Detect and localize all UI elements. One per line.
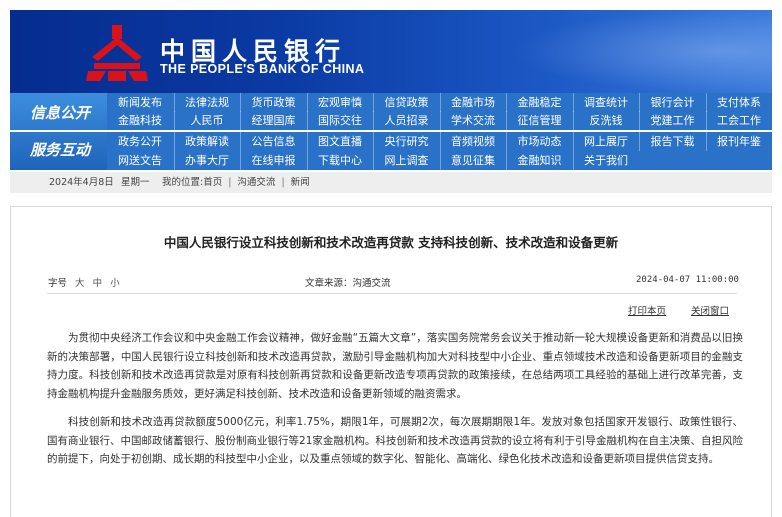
nav-item[interactable]: 意见征集 xyxy=(439,151,506,170)
article-panel: 中国人民银行设立科技创新和技术改造再贷款 支持科技创新、技术改造和设备更新 字号… xyxy=(10,206,772,517)
nav-item[interactable]: 政策解读 xyxy=(173,132,240,151)
article-meta: 字号 大 中 小 文章来源：沟通交流 2024-04-07 11:00:00 xyxy=(11,275,771,291)
nav-item[interactable]: 报告下载 xyxy=(639,132,705,151)
print-page-link[interactable]: 打印本页 xyxy=(628,303,666,317)
nav-item[interactable]: 公告信息 xyxy=(240,132,306,151)
article-paragraph: 为贯彻中央经济工作会议和中央金融工作会议精神，做好金融“五篇大文章”，落实国务院… xyxy=(47,332,743,400)
font-size-large-button[interactable]: 大 xyxy=(75,278,85,289)
nav-item[interactable]: 宏观审慎 xyxy=(306,93,373,112)
current-weekday: 星期一 xyxy=(121,177,150,188)
font-size-small-button[interactable]: 小 xyxy=(110,278,120,289)
nav-item[interactable]: 支付体系 xyxy=(705,93,772,112)
nav-item[interactable]: 人员招录 xyxy=(373,111,439,130)
publish-time: 2024-04-07 11:00:00 xyxy=(636,275,739,285)
breadcrumb: 我的位置:首页 | 沟通交流 | 新闻 xyxy=(162,172,310,193)
article-title: 中国人民银行设立科技创新和技术改造再贷款 支持科技创新、技术改造和设备更新 xyxy=(163,235,619,250)
meta-divider xyxy=(47,293,737,294)
nav-item[interactable]: 工会工作 xyxy=(705,111,772,130)
nav-item[interactable]: 网上调查 xyxy=(373,151,439,170)
nav-item[interactable]: 银行会计 xyxy=(639,93,705,112)
nav-item[interactable]: 信贷政策 xyxy=(373,93,439,112)
nav-item[interactable]: 调查统计 xyxy=(572,93,639,112)
nav-item[interactable]: 在线申报 xyxy=(240,151,306,170)
nav-item[interactable]: 图文直播 xyxy=(306,132,373,151)
nav-item[interactable]: 网送文告 xyxy=(107,151,173,170)
main-nav: 信息公开 服务互动 新闻发布 法律法规 货币政策 宏观审慎 信贷政策 金融市场 金融稳定 调查… xyxy=(10,93,772,170)
nav-item[interactable]: 央行研究 xyxy=(373,132,439,151)
nav-item[interactable]: 网上展厅 xyxy=(572,132,639,151)
site-header: 中国人民银行 THE PEOPLE'S BANK OF CHINA xyxy=(10,10,772,93)
nav-item[interactable]: 党建工作 xyxy=(639,111,705,130)
nav-item[interactable]: 音频视频 xyxy=(439,132,506,151)
nav-item[interactable]: 金融科技 xyxy=(107,111,173,130)
font-size-medium-button[interactable]: 中 xyxy=(93,278,103,289)
nav-item[interactable]: 关于我们 xyxy=(572,151,639,170)
breadcrumb-label: 我的位置: xyxy=(162,177,204,188)
nav-item[interactable]: 金融市场 xyxy=(439,93,506,112)
nav-item[interactable]: 征信管理 xyxy=(506,111,572,130)
breadcrumb-communication[interactable]: 沟通交流 xyxy=(237,177,275,188)
nav-item[interactable]: 下载中心 xyxy=(306,151,373,170)
nav-item[interactable]: 法律法规 xyxy=(173,93,240,112)
nav-item[interactable]: 反洗钱 xyxy=(572,111,639,130)
font-size-label: 字号 xyxy=(48,278,68,289)
nav-grid: 新闻发布 法律法规 货币政策 宏观审慎 信贷政策 金融市场 金融稳定 调查统计 银行会计 支付体系… xyxy=(107,93,772,170)
nav-item[interactable]: 新闻发布 xyxy=(107,93,173,112)
nav-item[interactable]: 政务公开 xyxy=(107,132,173,151)
article-body: 为贯彻中央经济工作会议和中央金融工作会议精神，做好金融“五篇大文章”，落实国务院… xyxy=(47,329,743,479)
close-window-link[interactable]: 关闭窗口 xyxy=(691,303,729,317)
article-source: 文章来源：沟通交流 xyxy=(305,278,391,289)
nav-item[interactable]: 金融知识 xyxy=(506,151,572,170)
nav-group-service-interaction[interactable]: 服务互动 xyxy=(30,139,90,160)
nav-item[interactable]: 金融稳定 xyxy=(506,93,572,112)
article-paragraph: 科技创新和技术改造再贷款额度5000亿元，利率1.75%，期限1年，可展期2次，… xyxy=(47,416,743,465)
breadcrumb-home[interactable]: 首页 xyxy=(203,177,222,188)
nav-group-info-disclosure[interactable]: 信息公开 xyxy=(30,102,90,123)
nav-item[interactable]: 国际交往 xyxy=(306,111,373,130)
font-size-control: 字号 大 中 小 xyxy=(48,275,120,289)
nav-item[interactable]: 办事大厅 xyxy=(173,151,240,170)
current-date: 2024年4月8日 xyxy=(49,177,114,188)
breadcrumb-separator: | xyxy=(281,177,285,188)
nav-item[interactable]: 人民币 xyxy=(173,111,240,130)
breadcrumb-bar: 2024年4月8日 星期一 我的位置:首页 | 沟通交流 | 新闻 xyxy=(10,172,772,193)
nav-item[interactable]: 货币政策 xyxy=(240,93,306,112)
nav-item[interactable]: 市场动态 xyxy=(506,132,572,151)
pboc-emblem-icon xyxy=(86,25,148,81)
breadcrumb-separator: | xyxy=(228,177,232,188)
nav-item[interactable]: 学术交流 xyxy=(439,111,506,130)
breadcrumb-news[interactable]: 新闻 xyxy=(291,177,310,188)
nav-item[interactable]: 报刊年鉴 xyxy=(705,132,772,151)
site-title-en: THE PEOPLE'S BANK OF CHINA xyxy=(160,62,365,76)
nav-item[interactable]: 经理国库 xyxy=(240,111,306,130)
